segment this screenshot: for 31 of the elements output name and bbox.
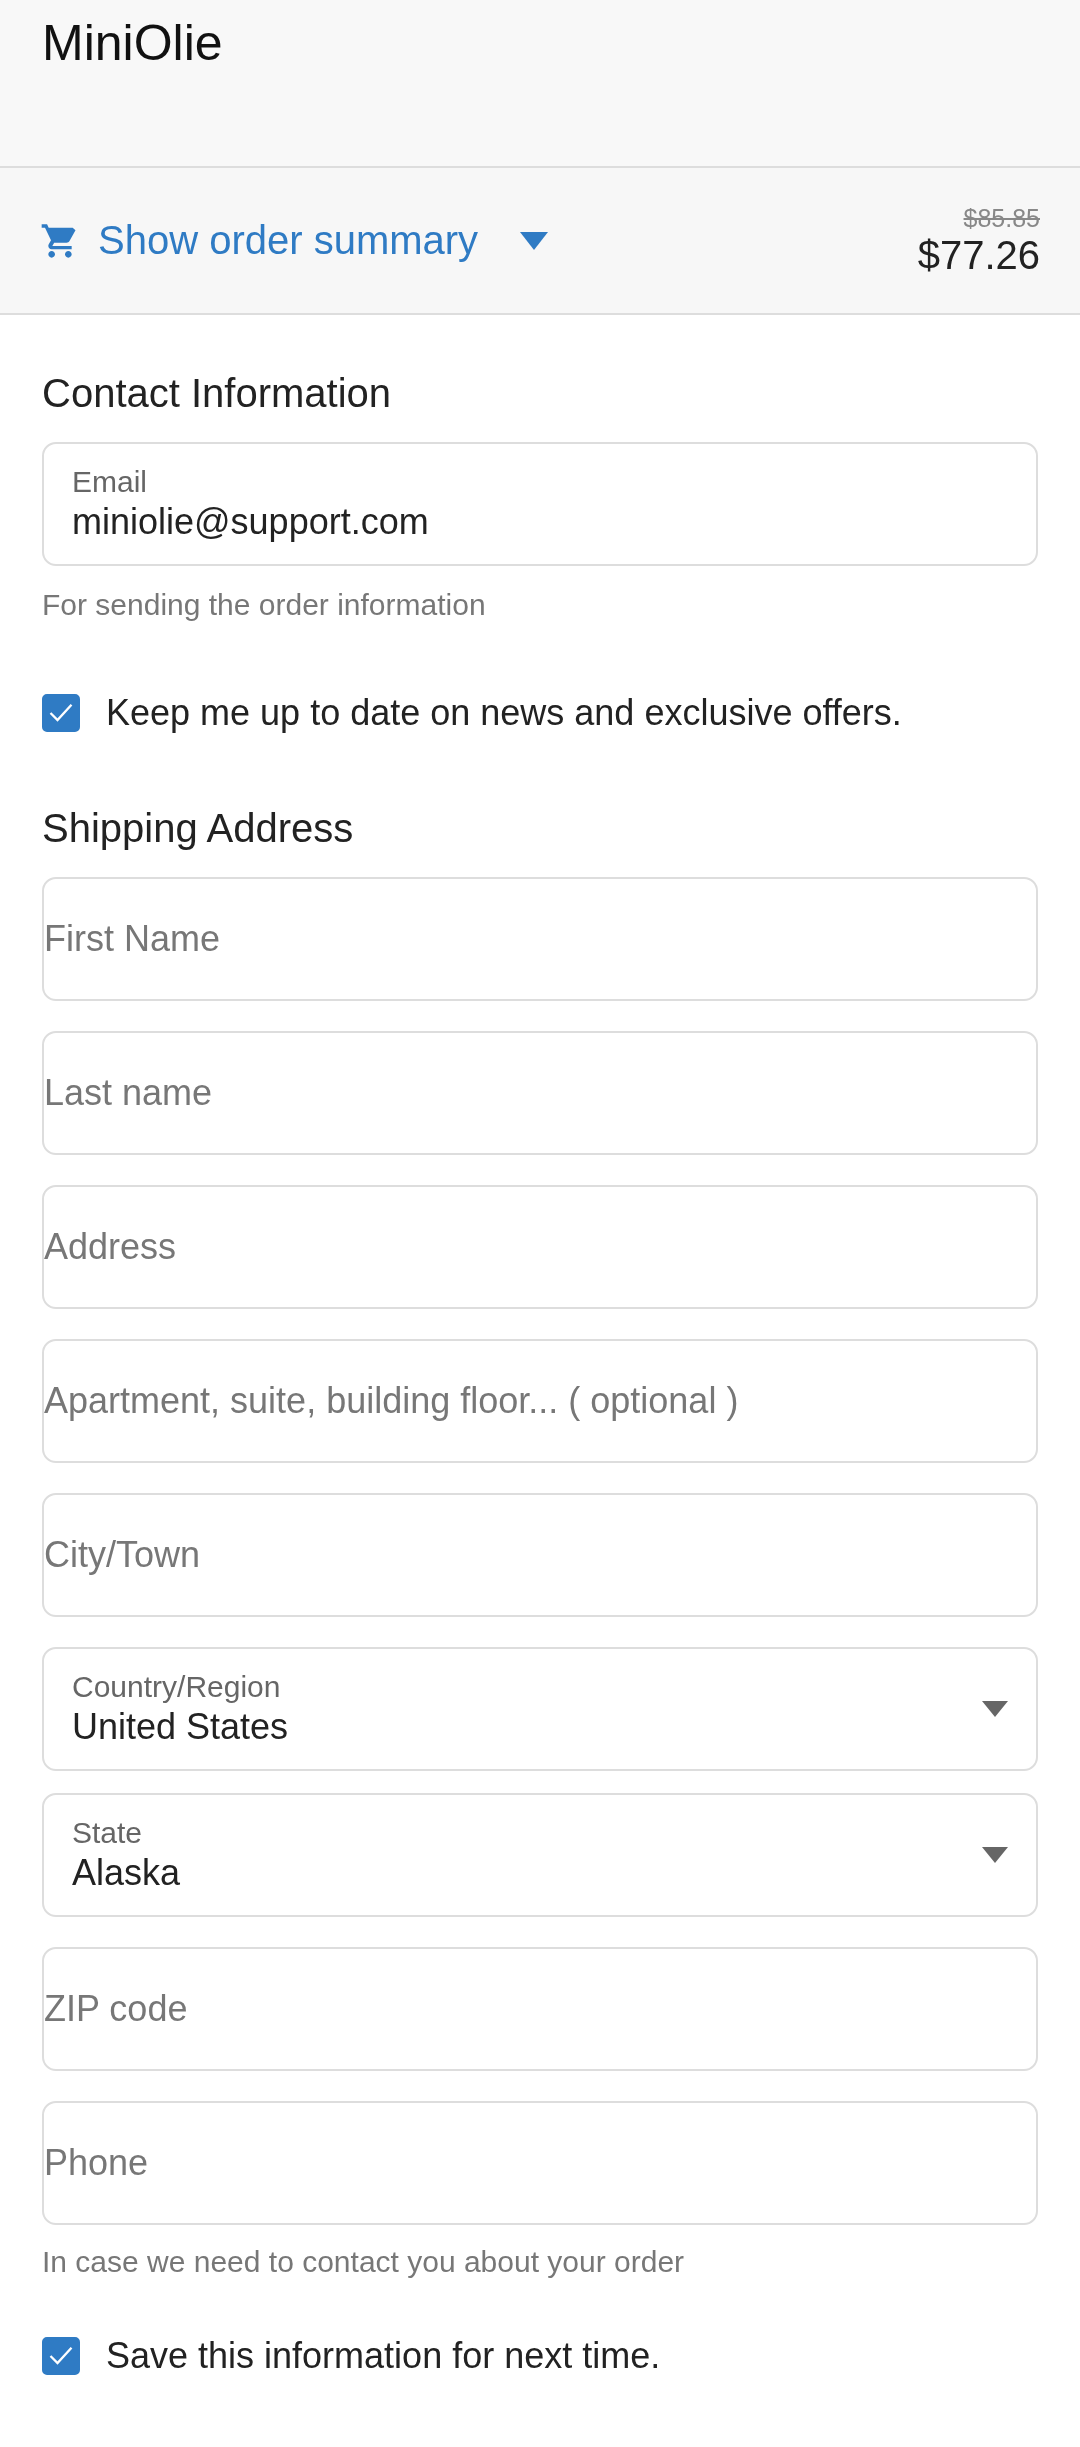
helper-text: In case we need to contact you about your order — [42, 2245, 686, 2279]
helper-text: For sending the order information — [42, 588, 487, 622]
text-field[interactable]: Apartment, suite, building floor... ( optional ) — [42, 1339, 1038, 1463]
text-field[interactable]: First Name — [42, 877, 1038, 1001]
store-title: MiniOlie — [42, 14, 224, 72]
text-field[interactable]: Last name — [42, 1031, 1038, 1155]
field-value: miniolie@support.com — [72, 501, 430, 543]
total-price: $77.26 — [917, 232, 1040, 278]
checkbox-label: Save this information for next time. — [106, 2335, 661, 2377]
text-field[interactable]: Phone — [42, 2101, 1038, 2225]
section-heading: Contact Information — [42, 371, 393, 416]
field-label: Country/Region — [72, 1670, 282, 1704]
checkbox[interactable] — [42, 694, 80, 732]
original-price: $85.85 — [963, 203, 1040, 233]
checkbox[interactable] — [42, 2337, 80, 2375]
field-value: United States — [72, 1706, 290, 1748]
field-label: State — [72, 1816, 144, 1850]
field-label: Email — [72, 465, 148, 499]
select-field[interactable]: Country/Region United States — [42, 1647, 1038, 1771]
section-heading: Shipping Address — [42, 806, 355, 851]
caret-icon — [520, 231, 549, 250]
dropdown-caret-icon — [982, 1847, 1008, 1863]
select-field[interactable]: State Alaska — [42, 1793, 1038, 1917]
dropdown-caret-icon — [982, 1701, 1008, 1717]
text-field[interactable]: City/Town — [42, 1493, 1038, 1617]
text-field[interactable]: Address — [42, 1185, 1038, 1309]
text-field[interactable]: ZIP code — [42, 1947, 1038, 2071]
text-field[interactable]: Email miniolie@support.com — [42, 442, 1038, 566]
checkbox-label: Keep me up to date on news and exclusive offers. — [106, 692, 902, 734]
field-value: Alaska — [72, 1852, 182, 1894]
order-summary-toggle[interactable]: Show order summary — [40, 218, 549, 263]
